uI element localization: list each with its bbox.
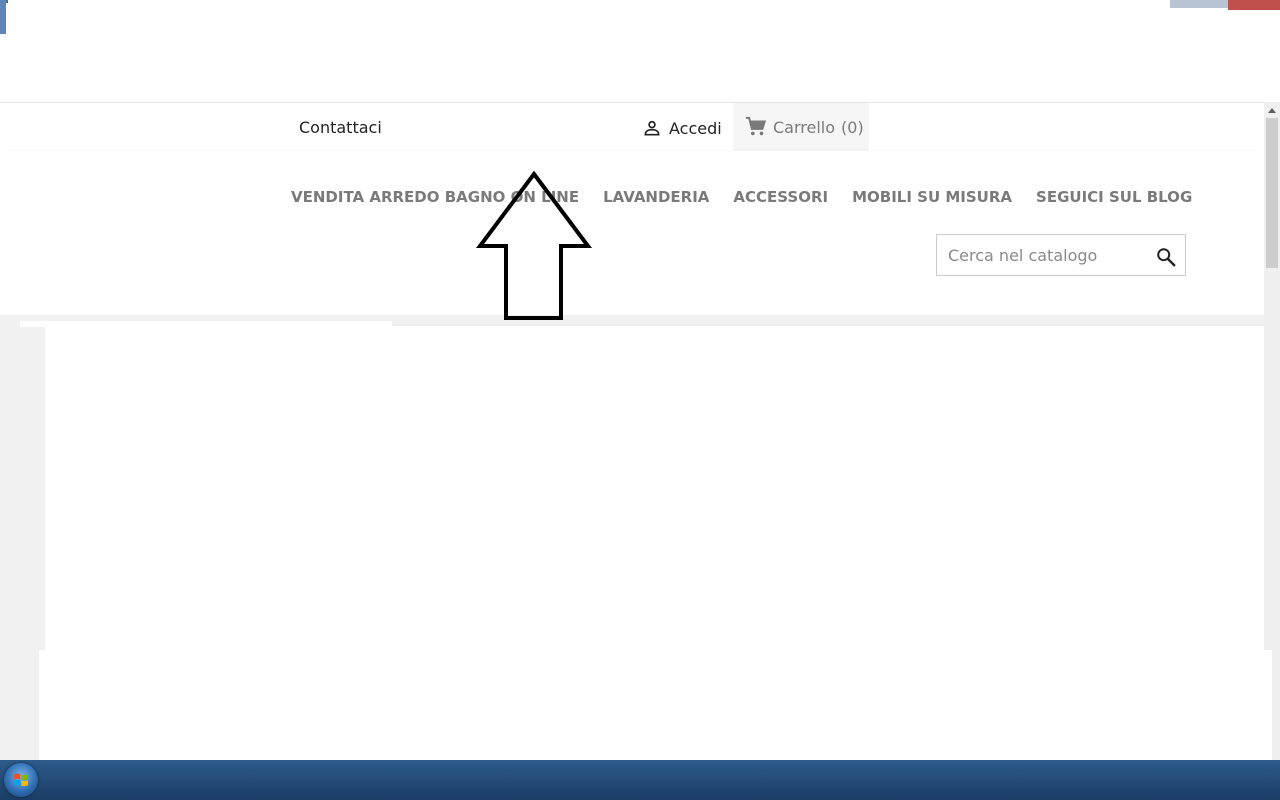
signin-label: Accedi (669, 118, 722, 138)
menu-item-mobili-su-misura: MOBILI SU MISURA (852, 187, 1012, 206)
menu-item-lavanderia: LAVANDERIA (603, 187, 709, 206)
search-icon (1155, 246, 1177, 268)
windows-start-icon[interactable] (4, 763, 38, 797)
menu-link-arredo-bagno[interactable]: VENDITA ARREDO BAGNO ON LINE (291, 188, 579, 206)
window-close-button[interactable] (1228, 0, 1280, 10)
window-title-strip (0, 0, 1280, 34)
menu-link-lavanderia[interactable]: LAVANDERIA (603, 188, 709, 206)
window-edge (0, 0, 6, 34)
window-control-area (1170, 0, 1228, 8)
contact-link[interactable]: Contattaci (299, 118, 382, 137)
search-button[interactable] (1155, 246, 1177, 268)
search-input[interactable] (938, 236, 1148, 274)
user-icon (642, 118, 662, 138)
menu-link-mobili-su-misura[interactable]: MOBILI SU MISURA (852, 188, 1012, 206)
search-widget (936, 234, 1186, 276)
screen: Contattaci Accedi Carrello (0) VENDITA A… (0, 0, 1280, 800)
site-header: VENDITA ARREDO BAGNO ON LINE LAVANDERIA … (0, 151, 1264, 315)
taskbar (0, 760, 1280, 800)
top-nav-bar: Contattaci Accedi Carrello (0) (0, 102, 1264, 152)
menu-item-blog: SEGUICI SUL BLOG (1036, 187, 1192, 206)
cart-count: (0) (841, 117, 864, 137)
scroll-up-button[interactable] (1264, 102, 1280, 118)
cart-button[interactable]: Carrello (0) (733, 103, 869, 151)
cart-label: Carrello (773, 117, 836, 137)
signin-link[interactable]: Accedi (642, 117, 722, 139)
scrollbar-thumb[interactable] (1266, 118, 1278, 268)
chevron-up-icon (1268, 107, 1276, 113)
shopping-cart-icon (745, 116, 767, 138)
main-menu: VENDITA ARREDO BAGNO ON LINE LAVANDERIA … (291, 187, 1192, 206)
menu-item-arredo-bagno: VENDITA ARREDO BAGNO ON LINE (291, 187, 579, 206)
menu-item-accessori: ACCESSORI (733, 187, 828, 206)
window-top-area (8, 0, 1270, 34)
menu-link-blog[interactable]: SEGUICI SUL BLOG (1036, 188, 1192, 206)
menu-link-accessori[interactable]: ACCESSORI (733, 188, 828, 206)
